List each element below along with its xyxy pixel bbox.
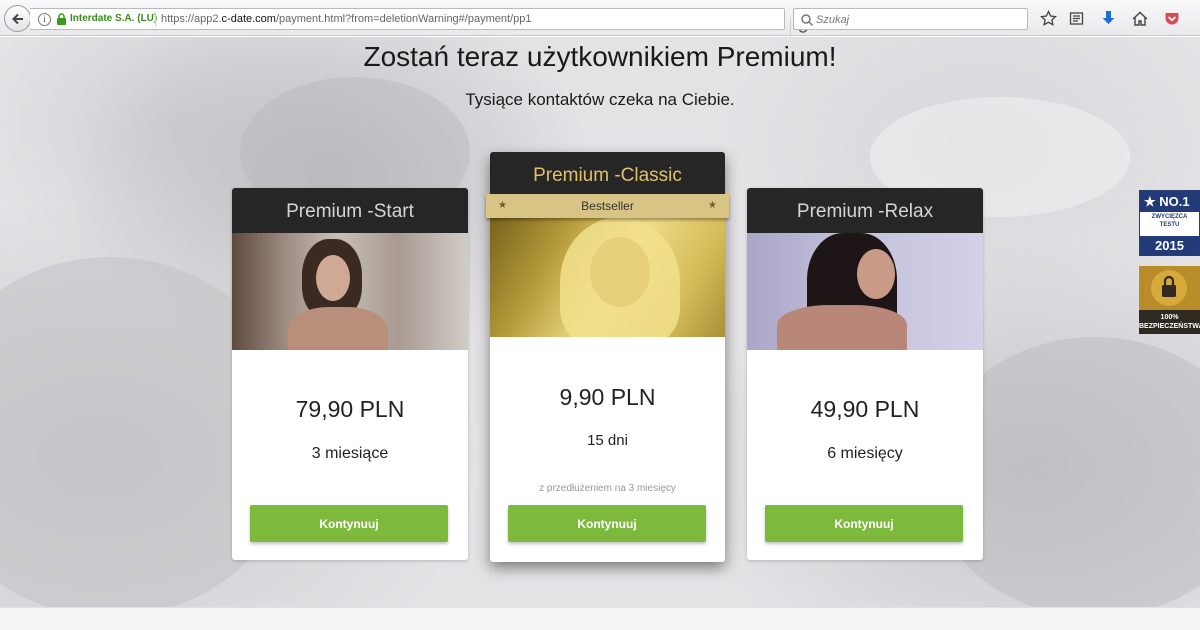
downloads-button[interactable] xyxy=(1099,9,1117,27)
plan-image xyxy=(490,197,725,337)
browser-toolbar: i Interdate S.A. (LU) https://app2.c-dat… xyxy=(0,0,1200,39)
plan-card-relax: Premium -Relax 49,90 PLN 6 miesięcy Kont… xyxy=(747,188,983,560)
page-title: Zostań teraz użytkownikiem Premium! xyxy=(363,41,837,72)
secure-line1: 100% xyxy=(1160,314,1179,321)
pocket-icon xyxy=(1165,12,1179,24)
plan-card-start: Premium -Start 79,90 PLN 3 miesiące Kont… xyxy=(232,188,468,560)
award-year: 2015 xyxy=(1140,236,1199,255)
photo-figure xyxy=(288,307,388,350)
plan-period: 3 miesiące xyxy=(311,445,389,462)
info-icon[interactable]: i xyxy=(38,13,51,26)
lock-icon xyxy=(57,13,66,25)
url-text[interactable]: https://app2.c-date.com/payment.html?fro… xyxy=(161,13,531,25)
search-bar[interactable] xyxy=(793,8,1028,30)
plan-image xyxy=(747,233,983,350)
star-icon xyxy=(1039,9,1057,26)
plan-image xyxy=(232,233,468,350)
reader-icon xyxy=(1069,11,1083,25)
plan-period: 6 miesięcy xyxy=(827,445,903,462)
payment-page: Zostań teraz użytkownikiem Premium! Tysi… xyxy=(0,37,1200,607)
url-prefix: https://app2. xyxy=(161,13,222,25)
plan-name: Premium -Start xyxy=(232,188,468,233)
home-button[interactable] xyxy=(1131,9,1149,27)
back-button[interactable] xyxy=(4,5,31,32)
plan-note: z przedłużeniem na 3 miesięcy xyxy=(539,483,676,494)
photo-figure xyxy=(777,305,907,350)
search-icon xyxy=(801,14,814,27)
award-title: NO.1 xyxy=(1159,194,1190,209)
plan-price: 79,90 PLN xyxy=(295,396,405,422)
page-subtitle: Tysiące kontaktów czeka na Ciebie. xyxy=(465,90,735,109)
bookmark-star-button[interactable] xyxy=(1039,9,1057,27)
award-line2: TESTU xyxy=(1159,222,1180,228)
award-badge-text: ZWYCIĘZCA TESTU xyxy=(1140,213,1199,229)
security-badge-top xyxy=(1139,266,1200,310)
home-icon xyxy=(1132,11,1148,26)
search-input[interactable] xyxy=(816,11,1016,28)
award-badge[interactable]: ★ NO.1 ZWYCIĘZCA TESTU 2015 xyxy=(1139,190,1200,256)
continue-button-classic[interactable]: Kontynuuj xyxy=(508,505,706,542)
reader-button[interactable] xyxy=(1067,9,1085,27)
star-icon: ★ xyxy=(708,200,717,211)
ribbon-label: Bestseller xyxy=(581,199,634,213)
photo-figure xyxy=(857,249,895,299)
plan-period: 15 dni xyxy=(587,432,628,449)
security-badge[interactable]: 100% BEZPIECZEŃSTWA xyxy=(1139,266,1200,334)
continue-button-relax[interactable]: Kontynuuj xyxy=(765,505,963,542)
pocket-button[interactable] xyxy=(1163,9,1181,27)
footer-strip xyxy=(0,607,1200,630)
plan-price: 49,90 PLN xyxy=(810,396,920,422)
plan-price: 9,90 PLN xyxy=(559,384,656,410)
site-identity[interactable]: Interdate S.A. (LU) xyxy=(70,13,157,24)
award-badge-top: ★ NO.1 xyxy=(1140,191,1199,212)
plan-card-classic: Premium -Classic ★ Bestseller ★ 9,90 PLN… xyxy=(486,152,729,562)
padlock-icon xyxy=(1151,270,1187,306)
continue-button-start[interactable]: Kontynuuj xyxy=(250,505,448,542)
back-arrow-icon xyxy=(11,13,23,24)
plan-name: Premium -Classic xyxy=(490,152,725,197)
url-bar[interactable]: i Interdate S.A. (LU) https://app2.c-dat… xyxy=(30,8,808,39)
download-icon xyxy=(1102,11,1114,24)
plan-name: Premium -Relax xyxy=(747,188,983,233)
security-badge-text: 100% BEZPIECZEŃSTWA xyxy=(1139,310,1200,334)
url-separator xyxy=(155,12,156,27)
photo-figure xyxy=(590,237,650,307)
photo-figure xyxy=(316,255,350,301)
url-suffix: /payment.html?from=deletionWarning#/paym… xyxy=(275,13,532,25)
bestseller-ribbon: ★ Bestseller ★ xyxy=(486,194,729,218)
star-icon: ★ xyxy=(498,200,507,211)
secure-line2: BEZPIECZEŃSTWA xyxy=(1139,323,1200,330)
url-domain: c-date.com xyxy=(221,13,276,25)
award-line1: ZWYCIĘZCA xyxy=(1151,214,1188,220)
